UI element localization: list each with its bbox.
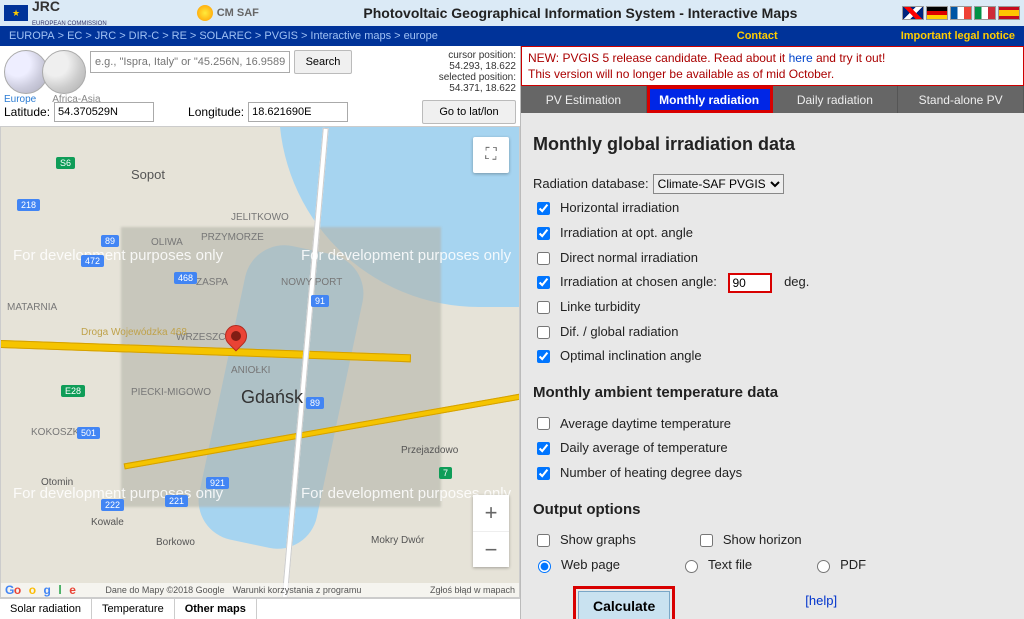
sun-icon bbox=[197, 5, 213, 21]
tab-other-maps[interactable]: Other maps bbox=[175, 599, 257, 619]
radio-web-page[interactable] bbox=[538, 560, 551, 573]
longitude-label: Longitude: bbox=[188, 105, 244, 119]
radiation-db-select[interactable]: Climate-SAF PVGIS bbox=[653, 174, 784, 194]
map-data-attrib: Dane do Mapy ©2018 Google bbox=[105, 585, 224, 595]
cmsaf-logo: CM SAF bbox=[197, 5, 259, 21]
tab-temperature[interactable]: Temperature bbox=[92, 599, 175, 619]
crumb-solarec[interactable]: SOLAREC bbox=[199, 30, 252, 42]
location-search-input[interactable] bbox=[90, 51, 290, 73]
legal-notice-link[interactable]: Important legal notice bbox=[901, 30, 1015, 42]
breadcrumb: EUROPA> EC> JRC> DIR-C> RE> SOLAREC> PVG… bbox=[0, 26, 1024, 46]
google-logo: Google bbox=[5, 583, 75, 597]
selected-position-value: 54.371, 18.622 bbox=[396, 83, 516, 94]
radio-text-file[interactable] bbox=[685, 560, 698, 573]
app-header: ★ JRC EUROPEAN COMMISSION CM SAF Photovo… bbox=[0, 0, 1024, 26]
crumb-europe[interactable]: europe bbox=[404, 30, 438, 42]
language-flags bbox=[902, 6, 1020, 20]
cursor-position-label: cursor position: bbox=[396, 50, 516, 61]
app-title: Photovoltaic Geographical Information Sy… bbox=[259, 5, 902, 21]
chk-opt-angle-irr[interactable] bbox=[537, 227, 550, 240]
flag-fr-icon[interactable] bbox=[950, 6, 972, 20]
crumb-jrc[interactable]: JRC bbox=[95, 30, 116, 42]
chk-avg-daytime-temp[interactable] bbox=[537, 417, 550, 430]
crumb-pvgis[interactable]: PVGIS bbox=[264, 30, 298, 42]
help-link[interactable]: [help] bbox=[805, 589, 837, 614]
map-watermark: For development purposes only bbox=[13, 247, 223, 264]
search-button[interactable]: Search bbox=[294, 50, 352, 74]
crumb-europa[interactable]: EUROPA bbox=[9, 30, 55, 42]
map-canvas[interactable]: For development purposes only For develo… bbox=[0, 126, 520, 598]
chk-show-graphs[interactable] bbox=[537, 534, 550, 547]
tab-solar-radiation[interactable]: Solar radiation bbox=[0, 599, 92, 619]
flag-de-icon[interactable] bbox=[926, 6, 948, 20]
fullscreen-icon bbox=[485, 146, 496, 164]
goto-latlon-button[interactable]: Go to lat/lon bbox=[422, 100, 516, 124]
map-report-link[interactable]: Zgłoś błąd w mapach bbox=[430, 585, 515, 595]
zoom-in-button[interactable]: + bbox=[473, 495, 509, 531]
release-alert: NEW: PVGIS 5 release candidate. Read abo… bbox=[521, 46, 1024, 86]
temperature-heading: Monthly ambient temperature data bbox=[533, 379, 1012, 408]
tab-monthly-radiation[interactable]: Monthly radiation bbox=[647, 86, 773, 113]
chk-optimal-inclination[interactable] bbox=[537, 350, 550, 363]
contact-link[interactable]: Contact bbox=[737, 30, 778, 42]
selected-position-label: selected position: bbox=[396, 72, 516, 83]
bottom-tabs: Solar radiation Temperature Other maps bbox=[0, 598, 520, 619]
radiation-db-label: Radiation database: bbox=[533, 172, 649, 197]
crumb-ec[interactable]: EC bbox=[67, 30, 82, 42]
region-europe-label[interactable]: Europe bbox=[4, 94, 36, 105]
chk-chosen-angle-irr[interactable] bbox=[537, 276, 550, 289]
irradiation-heading: Monthly global irradiation data bbox=[533, 127, 1012, 161]
flag-uk-icon[interactable] bbox=[902, 6, 924, 20]
latitude-label: Latitude: bbox=[4, 105, 50, 119]
jrc-logo-text: JRC bbox=[32, 0, 60, 14]
crumb-maps[interactable]: Interactive maps bbox=[310, 30, 391, 42]
output-options-heading: Output options bbox=[533, 496, 1012, 525]
region-globes bbox=[4, 50, 86, 94]
eu-logo-icon: ★ bbox=[4, 5, 28, 21]
flag-it-icon[interactable] bbox=[974, 6, 996, 20]
chk-linke-turbidity[interactable] bbox=[537, 301, 550, 314]
tab-daily-radiation[interactable]: Daily radiation bbox=[773, 86, 899, 113]
latitude-input[interactable] bbox=[54, 102, 154, 122]
flag-es-icon[interactable] bbox=[998, 6, 1020, 20]
alert-here-link[interactable]: here bbox=[789, 51, 813, 65]
radio-pdf[interactable] bbox=[817, 560, 830, 573]
zoom-out-button[interactable]: − bbox=[473, 531, 509, 567]
crumb-re[interactable]: RE bbox=[172, 30, 187, 42]
region-africa-label[interactable]: Africa-Asia bbox=[52, 94, 100, 105]
chk-horizontal-irr[interactable] bbox=[537, 202, 550, 215]
chk-dif-global[interactable] bbox=[537, 326, 550, 339]
chk-heating-degree-days[interactable] bbox=[537, 467, 550, 480]
globe-africa-icon[interactable] bbox=[42, 50, 86, 94]
chosen-angle-input[interactable] bbox=[728, 273, 772, 293]
fullscreen-button[interactable] bbox=[473, 137, 509, 173]
longitude-input[interactable] bbox=[248, 102, 348, 122]
chk-daily-avg-temp[interactable] bbox=[537, 442, 550, 455]
map-terms-link[interactable]: Warunki korzystania z programu bbox=[233, 585, 362, 595]
chk-direct-normal-irr[interactable] bbox=[537, 252, 550, 265]
calculate-button[interactable]: Calculate bbox=[578, 591, 670, 619]
crumb-dirc[interactable]: DIR-C bbox=[129, 30, 160, 42]
map-city-label: Gdańsk bbox=[241, 387, 303, 408]
chk-show-horizon[interactable] bbox=[700, 534, 713, 547]
jrc-subtext: EUROPEAN COMMISSION bbox=[32, 21, 107, 27]
tab-pv-estimation[interactable]: PV Estimation bbox=[521, 86, 647, 113]
cursor-position-value: 54.293, 18.622 bbox=[396, 61, 516, 72]
tab-standalone-pv[interactable]: Stand-alone PV bbox=[898, 86, 1024, 113]
